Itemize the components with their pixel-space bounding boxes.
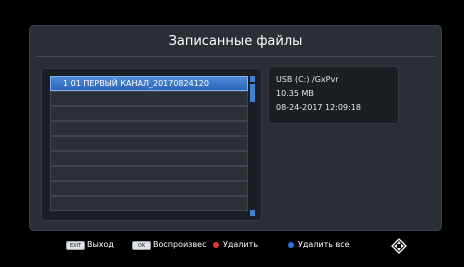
navigation-arrows-icon [391,238,407,254]
file-row[interactable] [50,166,248,181]
file-list-scrollbar[interactable] [250,76,255,216]
delete-label: Удалить [223,240,258,249]
footer-hints: EXIT Выход OK Воспроизвес Удалить Удалит… [0,236,464,258]
file-size: 10.35 MB [276,89,314,98]
file-info-panel: USB (C:) /GxPvr 10.35 MB 08-24-2017 12:0… [268,66,399,124]
recorded-files-dialog: Записанные файлы 1 01 ПЕРВЫЙ КАНАЛ_20170… [29,25,442,231]
scroll-down-icon[interactable] [250,210,255,216]
file-row[interactable] [50,181,248,196]
ok-key-icon[interactable]: OK [132,241,151,250]
file-row[interactable] [50,136,248,151]
red-button-icon[interactable] [213,242,219,248]
file-list-panel: 1 01 ПЕРВЫЙ КАНАЛ_20170824120 [41,68,262,221]
delete-all-label: Удалить все [298,240,350,249]
play-label: Воспроизвес [153,240,207,249]
file-row[interactable] [50,196,248,211]
file-datetime: 08-24-2017 12:09:18 [276,103,361,112]
file-row[interactable] [50,151,248,166]
scroll-thumb[interactable] [250,84,255,102]
title-divider [36,56,435,57]
file-list: 1 01 ПЕРВЫЙ КАНАЛ_20170824120 [50,76,248,216]
exit-key-icon[interactable]: EXIT [66,241,85,250]
file-row-selected[interactable]: 1 01 ПЕРВЫЙ КАНАЛ_20170824120 [50,76,248,91]
file-path: USB (C:) /GxPvr [276,75,339,84]
file-row[interactable] [50,121,248,136]
dialog-title: Записанные файлы [168,34,303,49]
file-row[interactable] [50,91,248,106]
blue-button-icon[interactable] [288,242,294,248]
scroll-up-icon[interactable] [250,76,255,82]
exit-label: Выход [87,240,114,249]
file-row[interactable] [50,106,248,121]
